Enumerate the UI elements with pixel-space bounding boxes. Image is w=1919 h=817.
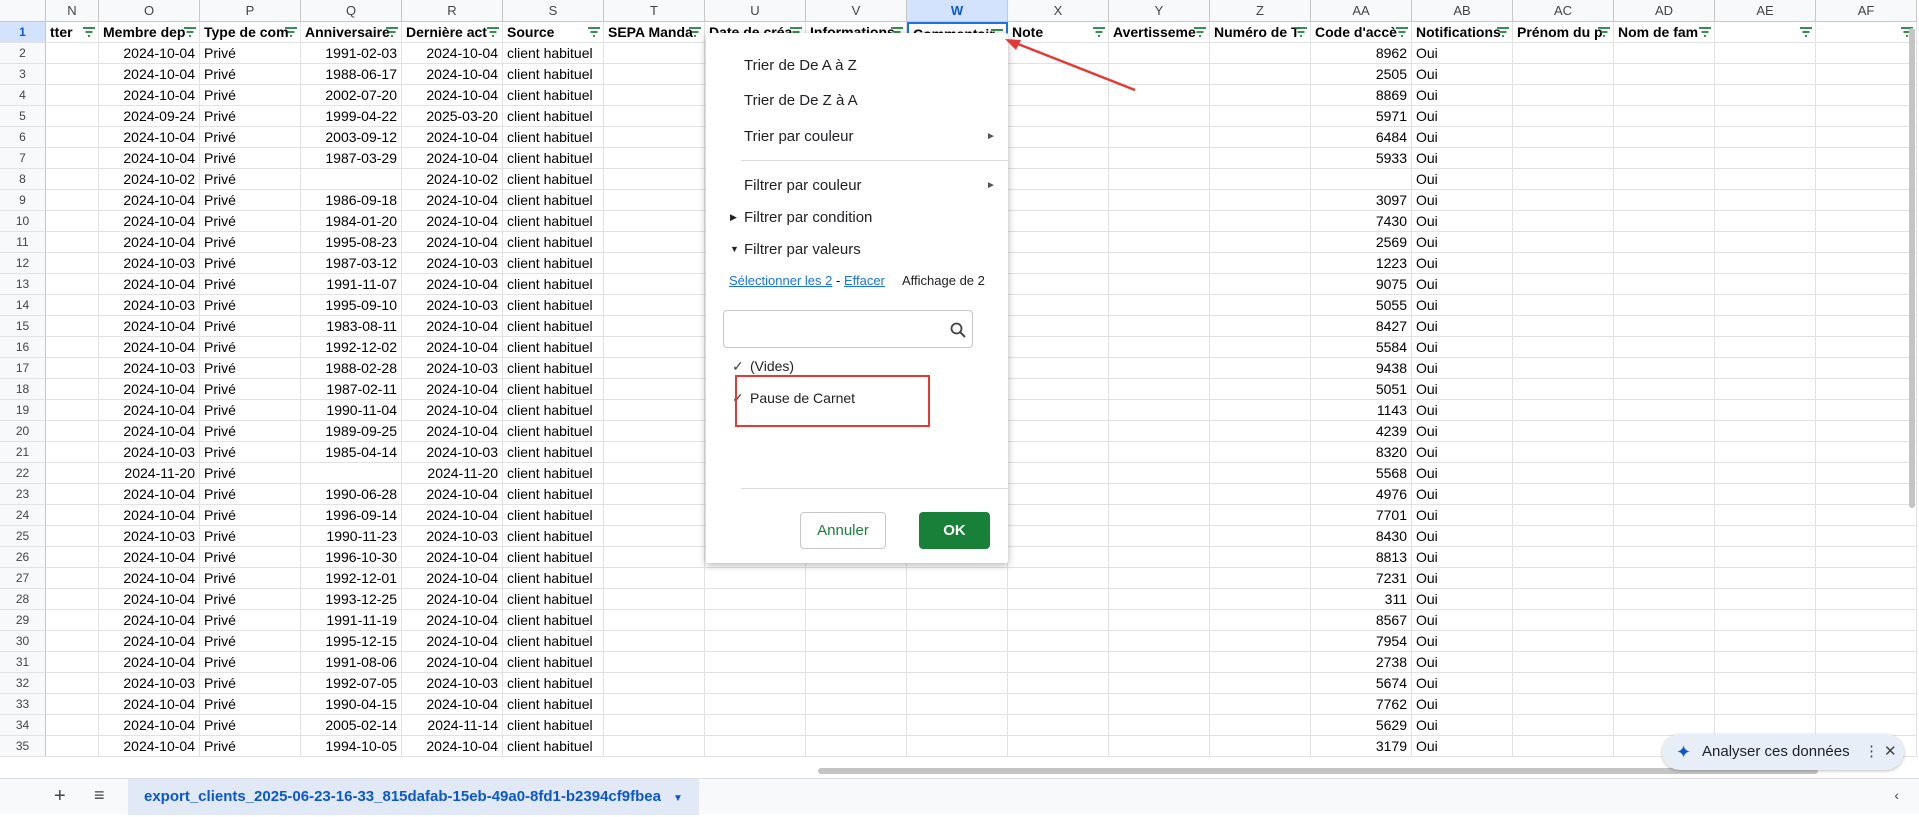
annotation-arrow [1005, 39, 1136, 92]
close-icon[interactable]: ✕ [1884, 734, 1897, 770]
horizontal-scrollbar[interactable] [818, 768, 1818, 774]
analyze-data-chip[interactable]: ✦ Analyser ces données ⋮ ✕ [1662, 734, 1904, 770]
collapse-panel-icon[interactable]: ‹ [1894, 787, 1899, 803]
sheet-tabs-bar: + ≡ export_clients_2025-06-23-16-33_815d… [0, 778, 1919, 815]
chevron-down-icon: ▼ [672, 793, 683, 804]
all-sheets-icon[interactable]: ≡ [94, 785, 105, 806]
vertical-scrollbar[interactable] [1909, 28, 1915, 508]
add-sheet-icon[interactable]: + [54, 785, 66, 808]
more-options-icon[interactable]: ⋮ [1864, 734, 1879, 770]
sparkle-icon: ✦ [1676, 742, 1692, 762]
sheet-tab[interactable]: export_clients_2025-06-23-16-33_815dafab… [128, 779, 699, 815]
